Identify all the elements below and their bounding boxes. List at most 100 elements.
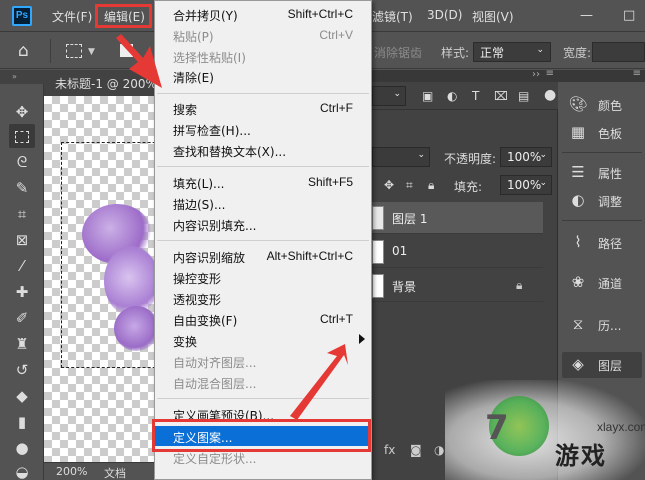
lock-position-icon[interactable]: ✥ [384, 178, 394, 192]
eraser-tool-icon[interactable]: ◆ [9, 384, 35, 408]
blend-mode-select[interactable]: ⌄ [372, 147, 430, 167]
menu-3d[interactable]: 3D(D) [427, 8, 462, 22]
fill-input[interactable]: 100% ⌄ [500, 175, 552, 195]
rect-marquee-tool-icon[interactable] [9, 124, 35, 148]
menu-item-stroke[interactable]: 描边(S)... [155, 193, 371, 213]
chevron-down-icon: ⌄ [393, 89, 401, 99]
menu-item-paste-special[interactable]: 选择性粘贴(I) [155, 46, 371, 66]
submenu-arrow-icon [359, 334, 365, 344]
doc-info-label: 文档 [104, 467, 126, 480]
adjustment-layer-icon[interactable]: ◑ [434, 443, 444, 457]
dodge-tool-icon[interactable]: ◒ [9, 460, 35, 480]
menu-item-auto-align[interactable]: 自动对齐图层... [155, 351, 371, 371]
watermark: 7 xlayx.com 游戏 [445, 380, 645, 480]
menu-item-label: 定义自定形状... [173, 452, 257, 466]
panel-swatches[interactable]: ▦ 色板 [562, 120, 642, 146]
home-icon[interactable]: ⌂ [18, 41, 38, 61]
antialias-label[interactable]: 消除锯齿 [374, 44, 422, 61]
tools-panel: » ✥ ᘓ ✎ ⌗ ⊠ ⁄ ✚ ✐ ♜ ↺ ◆ ▮ ● ◒ [0, 70, 44, 480]
crop-tool-icon[interactable]: ⌗ [9, 202, 35, 226]
panel-label: 调整 [598, 195, 623, 209]
zoom-level[interactable]: 200% [56, 465, 87, 478]
collapse-icon[interactable]: ›› [532, 69, 540, 80]
width-input[interactable] [592, 42, 645, 62]
menu-item-auto-blend[interactable]: 自动混合图层... [155, 372, 371, 392]
menu-item-label: 填充(L)... [173, 177, 225, 191]
panel-channels[interactable]: ❀ 通道 [562, 270, 642, 296]
menu-item-fill[interactable]: 填充(L)... Shift+F5 [155, 172, 371, 192]
menu-item-transform[interactable]: 变换 [155, 330, 371, 350]
shape-filter-icon[interactable]: ⌧ [494, 89, 508, 103]
marquee-tool-icon[interactable] [66, 44, 82, 58]
menu-item-paste[interactable]: 粘贴(P) Ctrl+V [155, 25, 371, 45]
status-bar: 200% 文档 [44, 462, 154, 480]
kind-filter-select[interactable]: ⌄ [372, 86, 406, 106]
lasso-tool-icon[interactable]: ᘓ [9, 150, 35, 174]
menu-item-find-replace[interactable]: 查找和替换文本(X)... [155, 140, 371, 160]
smart-object-filter-icon[interactable]: ▤ [518, 89, 529, 103]
menu-item-perspective-warp[interactable]: 透视变形 [155, 288, 371, 308]
filter-toggle-icon[interactable]: ● [544, 87, 556, 103]
define-pattern-annotation-box [152, 419, 371, 452]
minimize-button[interactable]: — [580, 8, 593, 23]
blur-tool-icon[interactable]: ● [9, 436, 35, 460]
menu-filter[interactable]: 滤镜(T) [372, 8, 413, 25]
menu-item-free-transform[interactable]: 自由变换(F) Ctrl+T [155, 309, 371, 329]
fx-button[interactable]: fx [384, 443, 395, 457]
lock-artboard-icon[interactable]: ⌗ [406, 178, 413, 193]
layer-row[interactable]: 图层 1 [372, 202, 543, 234]
menu-item-search[interactable]: 搜索 Ctrl+F [155, 98, 371, 118]
layer-row[interactable]: 背景 🔒︎ [372, 270, 543, 302]
image-filter-icon[interactable]: ▣ [422, 89, 433, 103]
document-tab[interactable]: 未标题-1 @ 200% [44, 70, 154, 96]
quick-select-tool-icon[interactable]: ✎ [9, 176, 35, 200]
new-selection-icon[interactable] [120, 44, 133, 57]
lock-all-icon[interactable]: 🔒︎ [428, 178, 434, 193]
layer-row[interactable]: 01 [372, 236, 543, 268]
history-icon: ⧖ [572, 315, 584, 333]
brush-tool-icon[interactable]: ✐ [9, 306, 35, 330]
adjustment-filter-icon[interactable]: ◐ [447, 89, 457, 103]
panel-adjustments[interactable]: ◐ 调整 [562, 188, 642, 214]
chevron-down-icon[interactable]: ▼ [88, 47, 95, 57]
panel-paths[interactable]: ⌇ 路径 [562, 230, 642, 256]
width-label: 宽度: [563, 46, 592, 60]
menu-item-puppet-warp[interactable]: 操控变形 [155, 267, 371, 287]
canvas[interactable] [44, 96, 154, 462]
add-mask-icon[interactable]: ◙ [410, 443, 422, 457]
gradient-tool-icon[interactable]: ▮ [9, 410, 35, 434]
eyedropper-tool-icon[interactable]: ⁄ [9, 254, 35, 278]
history-brush-tool-icon[interactable]: ↺ [9, 358, 35, 382]
panel-properties[interactable]: ☰ 属性 [562, 160, 642, 186]
opacity-input[interactable]: 100% ⌄ [500, 147, 552, 167]
menu-item-label: 透视变形 [173, 293, 222, 307]
menu-item-content-aware-scale[interactable]: 内容识别缩放 Alt+Shift+Ctrl+C [155, 246, 371, 266]
menu-item-content-aware-fill[interactable]: 内容识别填充... [155, 214, 371, 234]
maximize-button[interactable]: □ [623, 8, 635, 23]
menu-icon[interactable]: ≡ [546, 68, 554, 79]
menu-item-spell-check[interactable]: 拼写检查(H)... [155, 119, 371, 139]
menu-item-label: 内容识别缩放 [173, 251, 246, 265]
style-select[interactable]: 正常 ⌄ [473, 42, 551, 62]
menu-item-label: 内容识别填充... [173, 219, 257, 233]
move-tool-icon[interactable]: ✥ [9, 100, 35, 124]
watermark-url: xlayx.com [597, 420, 645, 434]
panel-color[interactable]: 🎨︎ 颜色 [562, 92, 642, 118]
type-filter-icon[interactable]: T [472, 89, 479, 103]
healing-brush-tool-icon[interactable]: ✚ [9, 280, 35, 304]
menu-item-clear[interactable]: 清除(E) [155, 66, 371, 86]
menu-icon[interactable]: ≡ [633, 68, 641, 79]
collapse-icon[interactable]: » [0, 70, 44, 84]
menu-separator [157, 240, 369, 241]
lock-fill-row: ✥ ⌗ 🔒︎ 填充: 100% ⌄ [372, 171, 558, 201]
menu-file[interactable]: 文件(F) [52, 8, 92, 25]
frame-tool-icon[interactable]: ⊠ [9, 228, 35, 252]
watermark-big-char: 7 [485, 408, 509, 448]
menu-view[interactable]: 视图(V) [472, 8, 514, 25]
panel-label: 通道 [598, 277, 623, 291]
panel-history[interactable]: ⧖ 历... [562, 312, 642, 338]
clone-stamp-tool-icon[interactable]: ♜ [9, 332, 35, 356]
grid-icon: ▦ [570, 123, 586, 141]
panel-layers[interactable]: ◈ 图层 [562, 352, 642, 378]
menu-item-merged-copy[interactable]: 合并拷贝(Y) Shift+Ctrl+C [155, 4, 371, 24]
